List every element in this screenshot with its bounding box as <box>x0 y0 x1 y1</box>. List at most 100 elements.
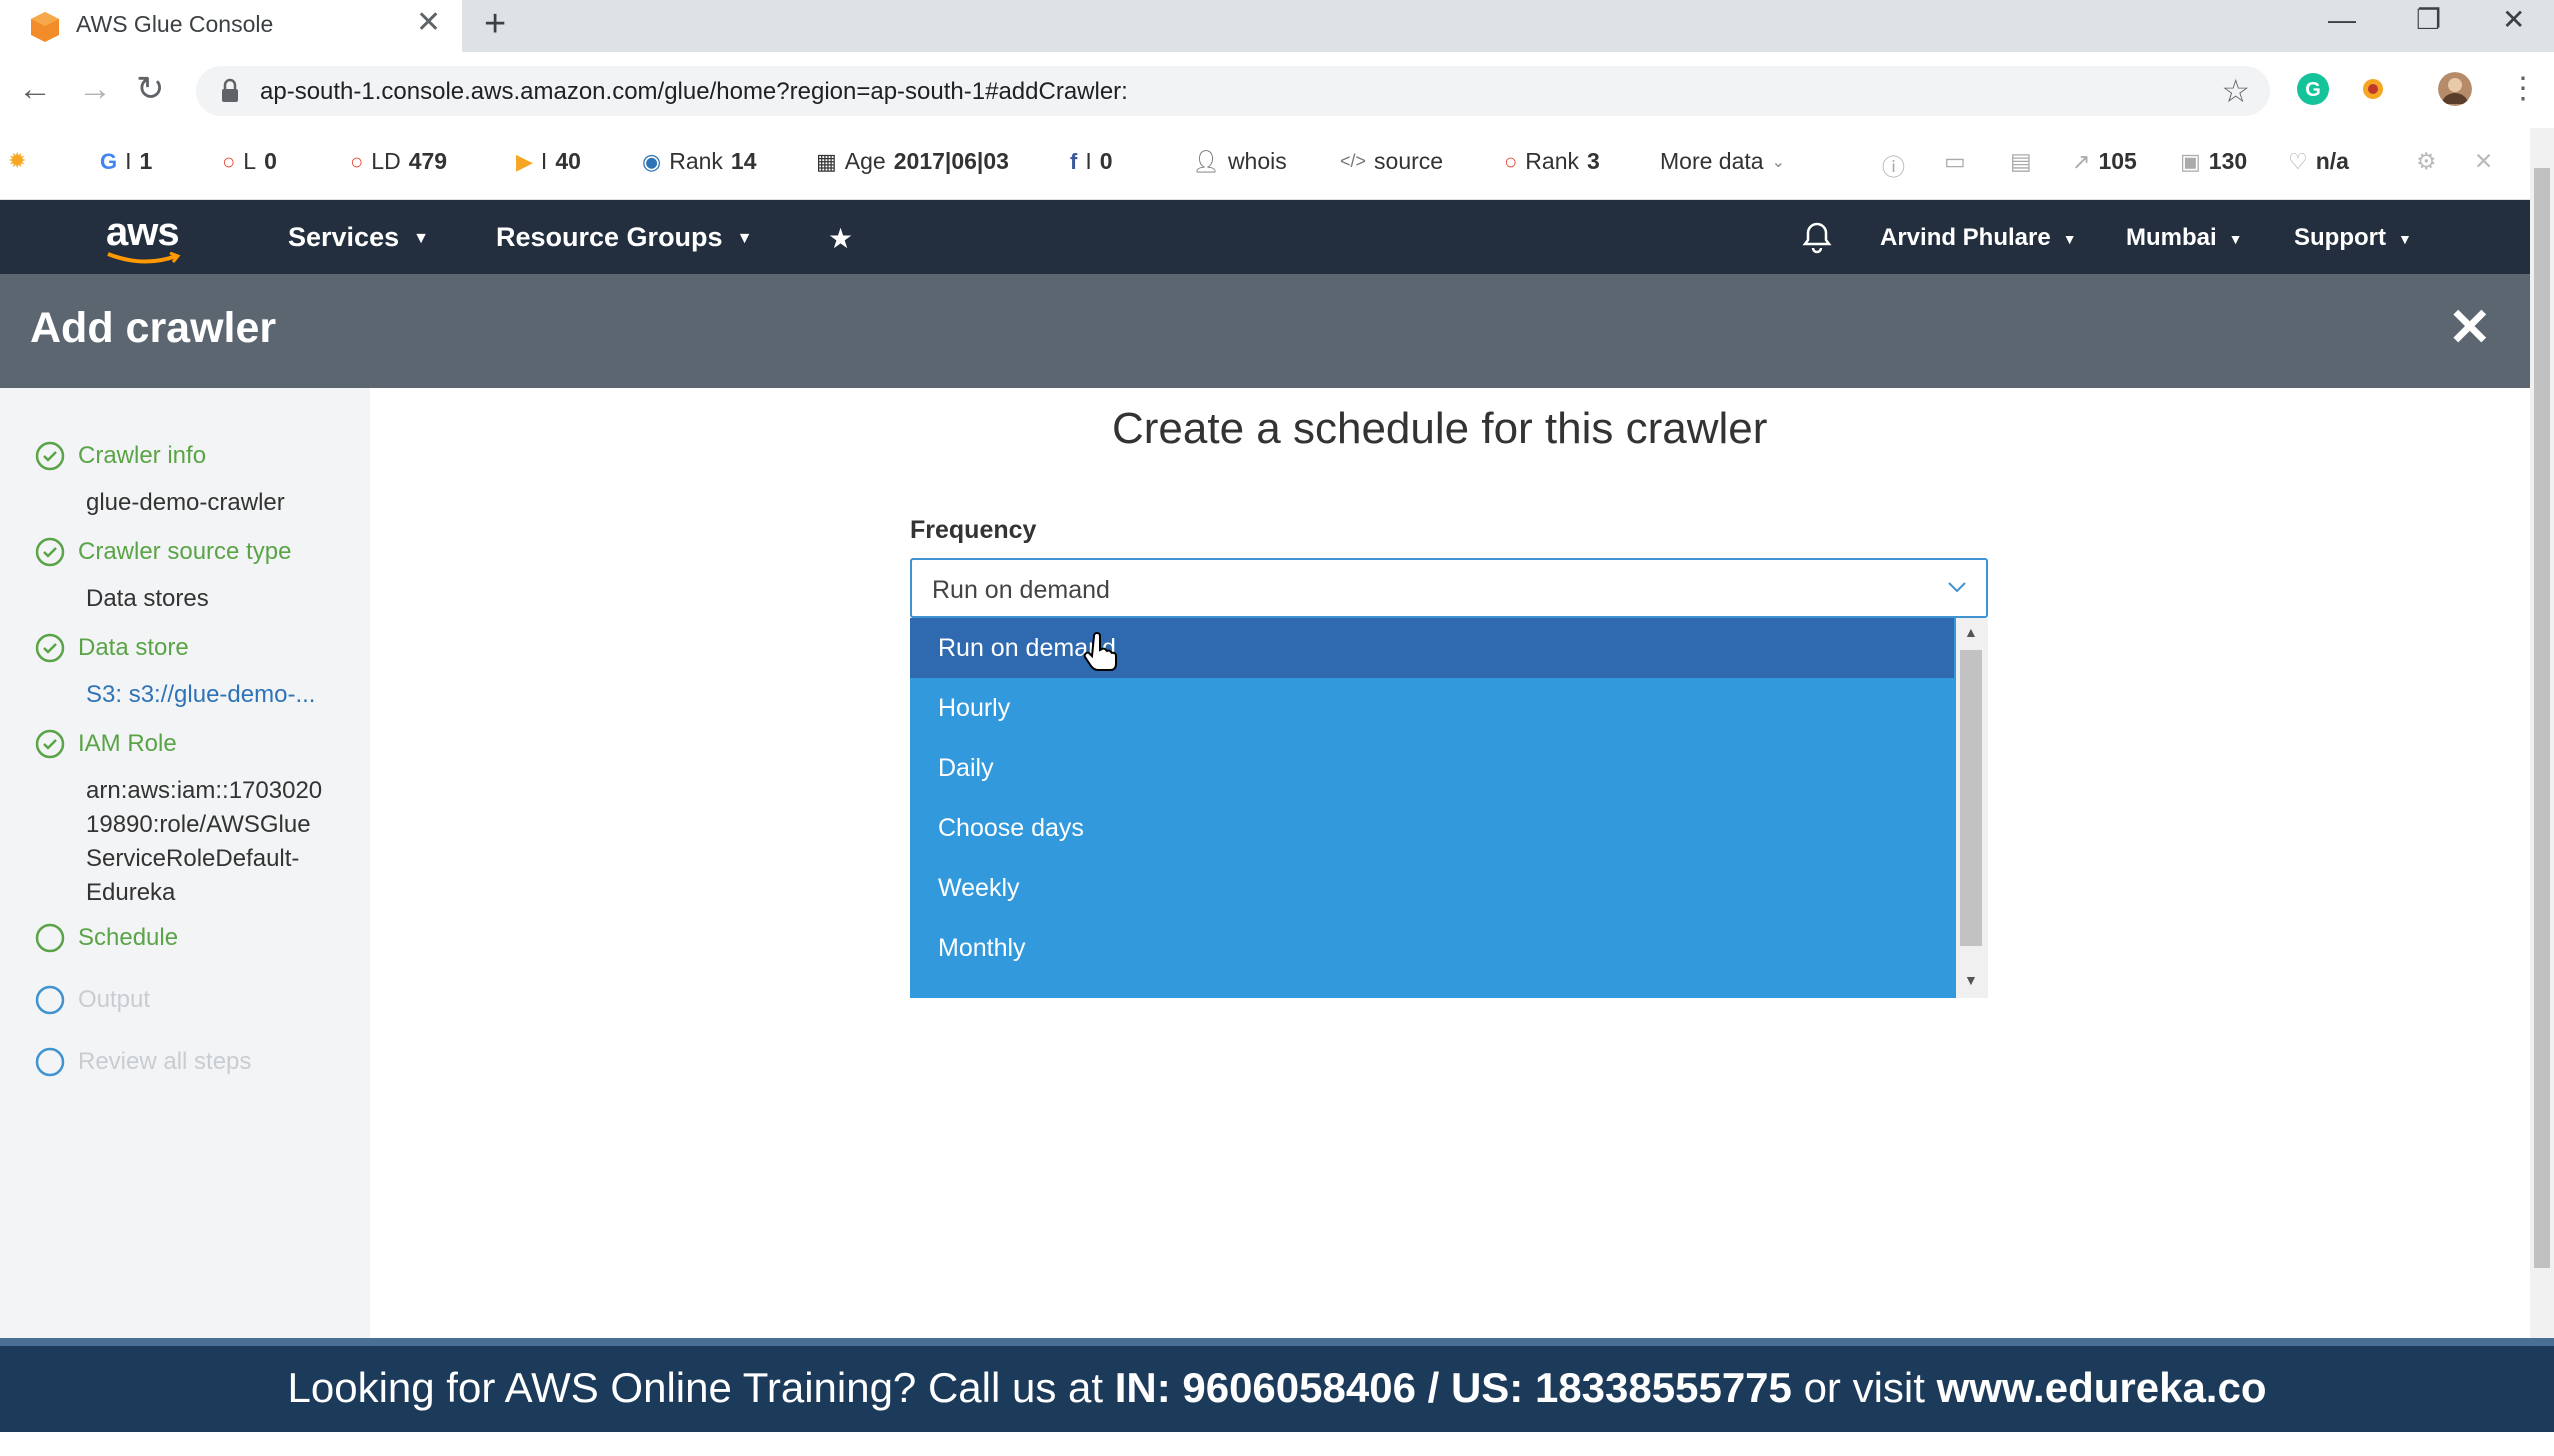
step-label: IAM Role <box>78 730 177 757</box>
scrollbar-thumb[interactable] <box>1960 650 1982 946</box>
data-store-link[interactable]: S3: s3://glue-demo-... <box>86 678 315 712</box>
alexa-icon: ◉ <box>642 148 662 174</box>
frequency-selected-value: Run on demand <box>932 576 1110 604</box>
step-label: Crawler source type <box>78 538 292 565</box>
step-crawler-info[interactable]: Crawler info <box>34 440 206 472</box>
circle-icon <box>35 923 65 953</box>
facebook-metric[interactable]: f I0 <box>1070 148 1113 175</box>
l-metric[interactable]: ○ L0 <box>222 148 277 175</box>
monitor-icon[interactable]: ▭ <box>1944 148 1966 175</box>
circle-icon <box>35 985 65 1015</box>
info-icon[interactable]: ⓘ <box>1882 148 1905 182</box>
seoquake-logo-icon[interactable]: ✹ <box>8 148 26 174</box>
chevron-down-icon <box>1948 582 1966 593</box>
browser-menu-icon[interactable]: ⋮ <box>2508 69 2538 109</box>
chart-icon[interactable]: ▤ <box>2010 148 2032 175</box>
check-circle-icon <box>35 729 65 759</box>
step-detail-line: ServiceRoleDefault- <box>86 845 300 872</box>
option-hourly[interactable]: Hourly <box>910 678 1954 738</box>
step-detail-line: 19890:role/AWSGlue <box>86 811 311 838</box>
close-icon[interactable]: ✕ <box>2448 300 2492 356</box>
dropdown-scrollbar[interactable]: ▲ ▼ <box>1956 618 1988 998</box>
step-data-store[interactable]: Data store <box>34 632 189 664</box>
bell-icon[interactable] <box>1800 220 1834 254</box>
resource-groups-menu[interactable]: Resource Groups ▼ <box>496 222 752 253</box>
scroll-up-icon[interactable]: ▲ <box>1964 624 1978 640</box>
alexa-rank-metric[interactable]: ◉ Rank 14 <box>642 148 757 175</box>
grammarly-icon[interactable]: G <box>2296 72 2330 106</box>
more-data-dropdown[interactable]: More data ⌄ <box>1660 148 1785 175</box>
step-output: Output <box>34 984 150 1016</box>
scroll-down-icon[interactable]: ▼ <box>1964 972 1978 988</box>
url-text: ap-south-1.console.aws.amazon.com/glue/h… <box>260 78 1128 105</box>
frequency-label: Frequency <box>910 516 1037 544</box>
option-monthly[interactable]: Monthly <box>910 918 1954 978</box>
caret-down-icon: ▼ <box>2062 230 2077 247</box>
option-run-on-demand[interactable]: Run on demand <box>910 618 1954 678</box>
caret-down-icon: ▼ <box>736 229 753 247</box>
profile-avatar[interactable] <box>2438 72 2472 106</box>
lock-icon <box>222 78 238 102</box>
url-input[interactable]: ap-south-1.console.aws.amazon.com/glue/h… <box>196 66 2270 116</box>
aws-glue-favicon-icon <box>31 12 59 42</box>
tab-title: AWS Glue Console <box>76 11 274 37</box>
pages-metric[interactable]: ▣ 130 <box>2180 148 2247 175</box>
wizard-steps-sidebar: Crawler info glue-demo-crawler Crawler s… <box>0 388 370 1338</box>
domain-age-metric[interactable]: ▦ Age 2017|06|03 <box>816 148 1009 175</box>
option-daily[interactable]: Daily <box>910 738 1954 798</box>
step-label: Data store <box>78 634 189 661</box>
window-close-icon[interactable]: ✕ <box>2502 2 2525 38</box>
step-schedule[interactable]: Schedule <box>34 922 178 954</box>
option-weekly[interactable]: Weekly <box>910 858 1954 918</box>
svg-text:G: G <box>2305 79 2321 101</box>
step-detail-line: Edureka <box>86 879 176 906</box>
toolbar-close-icon[interactable]: ✕ <box>2474 148 2493 175</box>
page-scrollbar-thumb[interactable] <box>2534 168 2550 1268</box>
step-iam-role[interactable]: IAM Role <box>34 728 177 760</box>
frequency-select[interactable]: Run on demand <box>910 558 1988 618</box>
facebook-icon: f <box>1070 148 1078 174</box>
external-link-icon: ↗ <box>2072 148 2091 174</box>
tab-close-icon[interactable]: ✕ <box>416 8 441 38</box>
frequency-dropdown-list: Run on demand Hourly Daily Choose days W… <box>910 618 1988 998</box>
semrush-rank-metric[interactable]: ○ Rank 3 <box>1504 148 1600 175</box>
services-menu[interactable]: Services ▼ <box>288 222 429 253</box>
step-label: Crawler info <box>78 442 207 469</box>
aws-logo[interactable]: aws <box>106 210 180 255</box>
code-icon: </> <box>1340 151 1367 171</box>
step-label: Schedule <box>78 924 179 951</box>
step-crawler-source-type[interactable]: Crawler source type <box>34 536 291 568</box>
ld-metric[interactable]: ○ LD 479 <box>350 148 447 175</box>
source-link[interactable]: </> source <box>1340 148 1443 175</box>
step-label: Output <box>78 986 151 1013</box>
external-links-metric[interactable]: ↗ 105 <box>2072 148 2137 175</box>
page-scrollbar[interactable] <box>2530 128 2554 1338</box>
option-choose-days[interactable]: Choose days <box>910 798 1954 858</box>
check-circle-icon <box>35 441 65 471</box>
whois-link[interactable]: 👤︎ whois <box>1192 148 1287 175</box>
user-menu[interactable]: Arvind Phulare ▼ <box>1880 224 2077 252</box>
bookmark-star-icon[interactable]: ☆ <box>2221 72 2250 110</box>
settings-gear-icon[interactable]: ⚙ <box>2416 148 2437 175</box>
google-index-metric[interactable]: G I1 <box>100 148 152 175</box>
browser-tab[interactable]: AWS Glue Console ✕ <box>0 0 462 52</box>
region-menu[interactable]: Mumbai ▼ <box>2126 224 2243 252</box>
bing-metric[interactable]: ▶ I 40 <box>516 148 581 175</box>
reload-icon[interactable]: ↻ <box>136 69 165 109</box>
seoquake-extension-icon[interactable] <box>2356 72 2390 106</box>
pin-icon[interactable]: ★ <box>828 222 853 255</box>
section-title: Create a schedule for this crawler <box>1112 404 1768 453</box>
new-tab-icon[interactable]: + <box>484 4 506 44</box>
step-label: Review all steps <box>78 1048 252 1075</box>
caret-down-icon: ▼ <box>2228 230 2243 247</box>
circle-icon <box>35 1047 65 1077</box>
browser-tab-bar: AWS Glue Console ✕ + — ❐ ✕ <box>0 0 2554 52</box>
restore-icon[interactable]: ❐ <box>2416 2 2441 38</box>
forward-icon[interactable]: → <box>78 69 112 109</box>
aws-smile-logo-icon <box>107 252 181 264</box>
chevron-down-icon: ⌄ <box>1771 153 1785 171</box>
support-menu[interactable]: Support ▼ <box>2294 224 2412 252</box>
minimize-icon[interactable]: — <box>2328 2 2356 38</box>
back-icon[interactable]: ← <box>18 69 52 109</box>
na-metric[interactable]: ♡ n/a <box>2288 148 2349 175</box>
